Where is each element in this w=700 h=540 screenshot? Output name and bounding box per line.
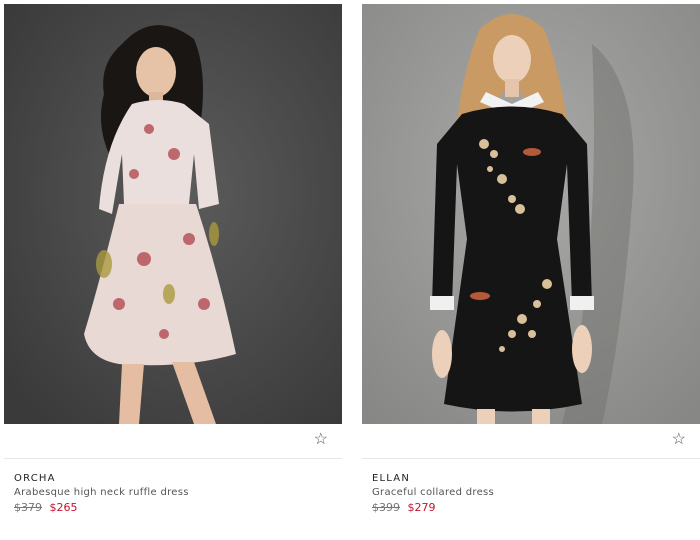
- product-card-orcha[interactable]: ☆ ORCHA Arabesque high neck ruffle dress…: [4, 4, 342, 514]
- product-image-orcha[interactable]: [4, 4, 342, 424]
- product-info: ORCHA Arabesque high neck ruffle dress $…: [4, 459, 342, 514]
- favorite-row: ☆: [362, 424, 700, 459]
- sale-price: $279: [407, 501, 436, 514]
- product-price: $379 $265: [14, 501, 342, 514]
- product-grid: ☆ ORCHA Arabesque high neck ruffle dress…: [0, 0, 700, 540]
- product-brand[interactable]: ELLAN: [372, 473, 700, 484]
- original-price: $379: [14, 501, 42, 514]
- product-name[interactable]: Graceful collared dress: [372, 487, 700, 498]
- favorite-row: ☆: [4, 424, 342, 459]
- product-price: $399 $279: [372, 501, 700, 514]
- product-info: ELLAN Graceful collared dress $399 $279: [362, 459, 700, 514]
- sale-price: $265: [49, 501, 78, 514]
- star-outline-icon[interactable]: ☆: [314, 430, 328, 450]
- star-outline-icon[interactable]: ☆: [672, 430, 686, 450]
- original-price: $399: [372, 501, 400, 514]
- product-brand[interactable]: ORCHA: [14, 473, 342, 484]
- product-card-ellan[interactable]: ☆ ELLAN Graceful collared dress $399 $27…: [362, 4, 700, 514]
- product-name[interactable]: Arabesque high neck ruffle dress: [14, 487, 342, 498]
- product-image-ellan[interactable]: [362, 4, 700, 424]
